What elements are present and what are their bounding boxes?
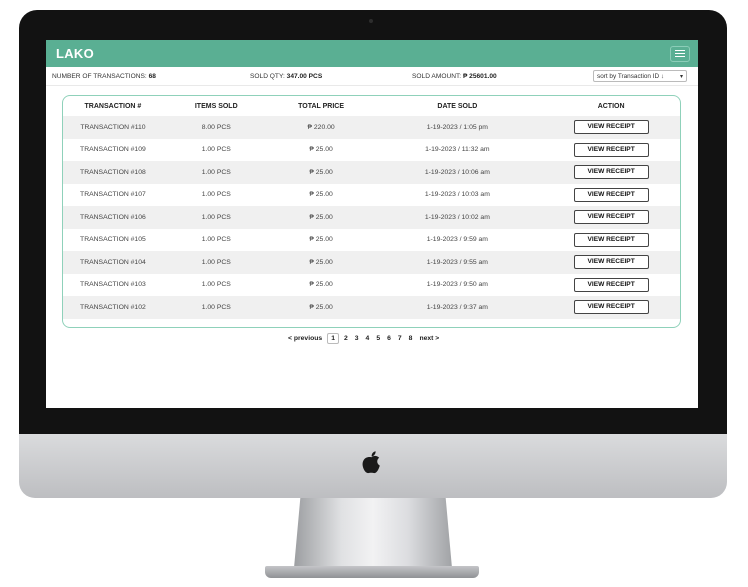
column-header-date-sold: DATE SOLD (437, 102, 478, 110)
transaction-id: TRANSACTION #105 (80, 236, 146, 244)
transaction-id: TRANSACTION #107 (80, 191, 146, 199)
transaction-id: TRANSACTION #110 (80, 123, 146, 131)
app-title: LAKO (56, 46, 95, 61)
items-sold: 1.00 PCS (201, 281, 231, 289)
transaction-id: TRANSACTION #106 (80, 213, 146, 221)
view-receipt-button[interactable]: VIEW RECEIPT (573, 165, 649, 180)
column-header-total-price: TOTAL PRICE (298, 102, 345, 110)
next-page-link[interactable]: next > (419, 335, 439, 342)
previous-page-link[interactable]: < previous (288, 335, 322, 342)
table-body: TRANSACTION #110 8.00 PCS ₱ 220.00 1-19-… (63, 116, 680, 319)
monitor-stand-base (265, 566, 479, 578)
sold-qty-value: 347.00 PCS (286, 73, 323, 80)
transaction-id: TRANSACTION #102 (80, 303, 146, 311)
items-sold: 1.00 PCS (201, 191, 231, 199)
app-screen: LAKO NUMBER OF TRANSACTIONS: 68 SOLD QTY… (46, 40, 698, 408)
chevron-down-icon: ▾ (679, 73, 683, 80)
transaction-id: TRANSACTION #109 (80, 146, 146, 154)
transaction-id: TRANSACTION #104 (80, 258, 146, 266)
transaction-id: TRANSACTION #108 (80, 168, 146, 176)
sort-selected-label: sort by Transaction ID ↓ (597, 72, 665, 80)
date-sold: 1-19-2023 / 9:59 am (426, 236, 488, 244)
view-receipt-button[interactable]: VIEW RECEIPT (573, 142, 649, 157)
view-receipt-button[interactable]: VIEW RECEIPT (573, 210, 649, 225)
table-row: TRANSACTION #102 1.00 PCS ₱ 25.00 1-19-2… (63, 296, 680, 319)
items-sold: 1.00 PCS (201, 258, 231, 266)
total-price: ₱ 25.00 (309, 146, 333, 154)
table-row: TRANSACTION #109 1.00 PCS ₱ 25.00 1-19-2… (63, 139, 680, 162)
table-row: TRANSACTION #105 1.00 PCS ₱ 25.00 1-19-2… (63, 229, 680, 252)
total-price: ₱ 25.00 (309, 258, 333, 266)
items-sold: 1.00 PCS (201, 303, 231, 311)
date-sold: 1-19-2023 / 10:02 am (424, 213, 490, 221)
view-receipt-button[interactable]: VIEW RECEIPT (573, 255, 649, 270)
view-receipt-button[interactable]: VIEW RECEIPT (573, 187, 649, 202)
transaction-id: TRANSACTION #103 (80, 281, 146, 289)
date-sold: 1-19-2023 / 10:06 am (424, 168, 490, 176)
hamburger-menu-icon[interactable] (670, 45, 690, 62)
items-sold: 1.00 PCS (201, 168, 231, 176)
view-receipt-button[interactable]: VIEW RECEIPT (573, 300, 649, 315)
page-link-current[interactable]: 1 (327, 332, 339, 344)
sold-amount-stat: SOLD AMOUNT: ₱ 25601.00 (412, 73, 497, 80)
table-row: TRANSACTION #106 1.00 PCS ₱ 25.00 1-19-2… (63, 206, 680, 229)
table-row: TRANSACTION #103 1.00 PCS ₱ 25.00 1-19-2… (63, 274, 680, 297)
page-link[interactable]: 2 (344, 335, 348, 342)
page-link[interactable]: 8 (409, 335, 413, 342)
view-receipt-button[interactable]: VIEW RECEIPT (573, 232, 649, 247)
transactions-stat: NUMBER OF TRANSACTIONS: 68 (52, 73, 156, 80)
app-header: LAKO (46, 40, 698, 67)
camera-dot (369, 19, 373, 23)
items-sold: 1.00 PCS (201, 146, 231, 154)
date-sold: 1-19-2023 / 10:03 am (424, 191, 490, 199)
table-row: TRANSACTION #108 1.00 PCS ₱ 25.00 1-19-2… (63, 161, 680, 184)
column-header-action: ACTION (597, 102, 625, 110)
total-price: ₱ 25.00 (309, 213, 333, 221)
page-link[interactable]: 5 (376, 335, 380, 342)
page-link[interactable]: 7 (398, 335, 402, 342)
page-link[interactable]: 3 (355, 335, 359, 342)
total-price: ₱ 220.00 (307, 123, 335, 131)
items-sold: 1.00 PCS (201, 236, 231, 244)
date-sold: 1-19-2023 / 9:55 am (426, 258, 488, 266)
column-header-items-sold: ITEMS SOLD (194, 102, 238, 110)
total-price: ₱ 25.00 (309, 236, 333, 244)
table-header: TRANSACTION # ITEMS SOLD TOTAL PRICE DAT… (63, 96, 680, 116)
view-receipt-button[interactable]: VIEW RECEIPT (573, 277, 649, 292)
date-sold: 1-19-2023 / 11:32 am (425, 146, 490, 154)
sort-select[interactable]: sort by Transaction ID ↓ ▾ (593, 70, 687, 82)
items-sold: 8.00 PCS (201, 123, 231, 131)
column-header-transaction: TRANSACTION # (84, 102, 142, 110)
total-price: ₱ 25.00 (309, 191, 333, 199)
table-row: TRANSACTION #104 1.00 PCS ₱ 25.00 1-19-2… (63, 251, 680, 274)
items-sold: 1.00 PCS (201, 213, 231, 221)
pagination: < previous 1 2 3 4 5 6 7 8 next > (288, 331, 439, 345)
sold-amount-value: ₱ 25601.00 (462, 73, 497, 80)
stats-bar: NUMBER OF TRANSACTIONS: 68 SOLD QTY: 347… (46, 67, 698, 86)
page-link[interactable]: 6 (387, 335, 391, 342)
view-receipt-button[interactable]: VIEW RECEIPT (573, 120, 649, 135)
transactions-table: TRANSACTION # ITEMS SOLD TOTAL PRICE DAT… (62, 95, 681, 328)
total-price: ₱ 25.00 (309, 281, 333, 289)
table-row: TRANSACTION #110 8.00 PCS ₱ 220.00 1-19-… (63, 116, 680, 139)
date-sold: 1-19-2023 / 9:50 am (426, 281, 488, 289)
page-link[interactable]: 4 (366, 335, 370, 342)
total-price: ₱ 25.00 (309, 168, 333, 176)
sold-qty-stat: SOLD QTY: 347.00 PCS (250, 73, 323, 80)
total-price: ₱ 25.00 (309, 303, 333, 311)
date-sold: 1-19-2023 / 9:37 am (426, 303, 488, 311)
table-row: TRANSACTION #107 1.00 PCS ₱ 25.00 1-19-2… (63, 184, 680, 207)
monitor-stand (294, 498, 452, 568)
date-sold: 1-19-2023 / 1:05 pm (426, 123, 488, 131)
transactions-count: 68 (148, 73, 156, 80)
apple-logo-icon (362, 451, 380, 474)
